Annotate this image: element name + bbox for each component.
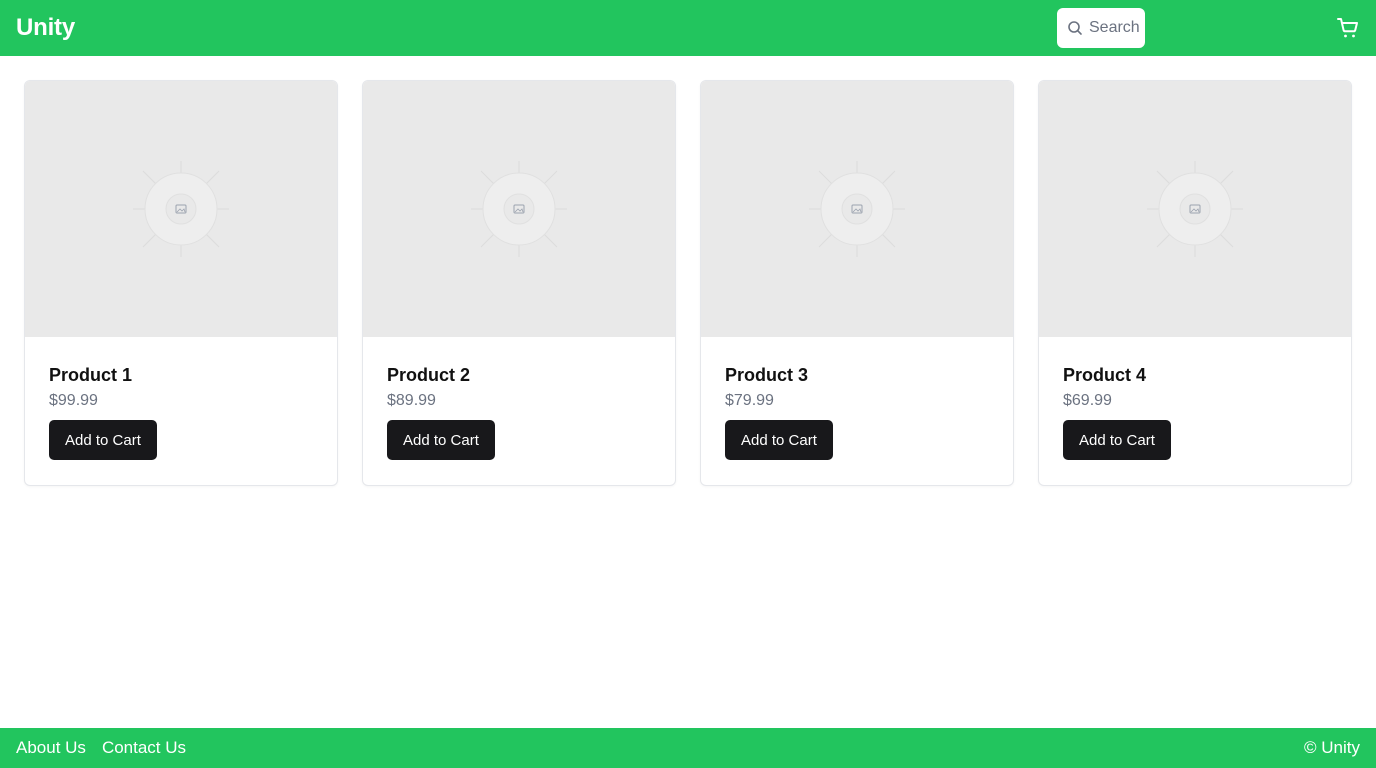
search-icon — [1068, 21, 1082, 35]
product-card: Product 2 $89.99 Add to Cart — [362, 80, 676, 486]
add-to-cart-button[interactable]: Add to Cart — [725, 420, 833, 460]
product-image-placeholder — [701, 81, 1013, 337]
product-price: $89.99 — [387, 392, 436, 409]
product-card-body: Product 2 $89.99 Add to Cart — [363, 337, 675, 460]
image-placeholder-icon — [133, 161, 229, 257]
product-price: $79.99 — [725, 392, 774, 409]
search-box[interactable] — [1057, 8, 1145, 48]
image-placeholder-icon — [471, 161, 567, 257]
contact-us-link[interactable]: Contact Us — [102, 738, 186, 758]
add-to-cart-button[interactable]: Add to Cart — [1063, 420, 1171, 460]
brand-logo[interactable]: Unity — [16, 14, 75, 42]
cart-button[interactable] — [1334, 14, 1362, 42]
about-us-link[interactable]: About Us — [16, 738, 86, 758]
product-card: Product 4 $69.99 Add to Cart — [1038, 80, 1352, 486]
image-placeholder-icon — [809, 161, 905, 257]
product-image-placeholder — [363, 81, 675, 337]
top-header: Unity — [0, 0, 1376, 56]
product-name: Product 3 — [725, 365, 809, 385]
product-card-body: Product 3 $79.99 Add to Cart — [701, 337, 1013, 460]
product-name: Product 2 — [387, 365, 471, 385]
product-grid: Product 1 $99.99 Add to Cart Product 2 $… — [24, 80, 1352, 486]
search-input[interactable] — [1089, 19, 1141, 37]
product-card: Product 3 $79.99 Add to Cart — [700, 80, 1014, 486]
add-to-cart-button[interactable]: Add to Cart — [49, 420, 157, 460]
product-card-body: Product 1 $99.99 Add to Cart — [25, 337, 337, 460]
product-card-body: Product 4 $69.99 Add to Cart — [1039, 337, 1351, 460]
add-to-cart-button[interactable]: Add to Cart — [387, 420, 495, 460]
shopping-cart-icon — [1337, 18, 1358, 38]
product-image-placeholder — [1039, 81, 1351, 337]
product-name: Product 1 — [49, 365, 133, 385]
product-price: $99.99 — [49, 392, 98, 409]
image-placeholder-icon — [1147, 161, 1243, 257]
product-card: Product 1 $99.99 Add to Cart — [24, 80, 338, 486]
product-name: Product 4 — [1063, 365, 1147, 385]
product-price: $69.99 — [1063, 392, 1112, 409]
product-image-placeholder — [25, 81, 337, 337]
footer-links: About Us Contact Us — [16, 738, 186, 758]
copyright-text: © Unity — [1304, 738, 1360, 757]
site-footer: About Us Contact Us © Unity — [0, 728, 1376, 768]
